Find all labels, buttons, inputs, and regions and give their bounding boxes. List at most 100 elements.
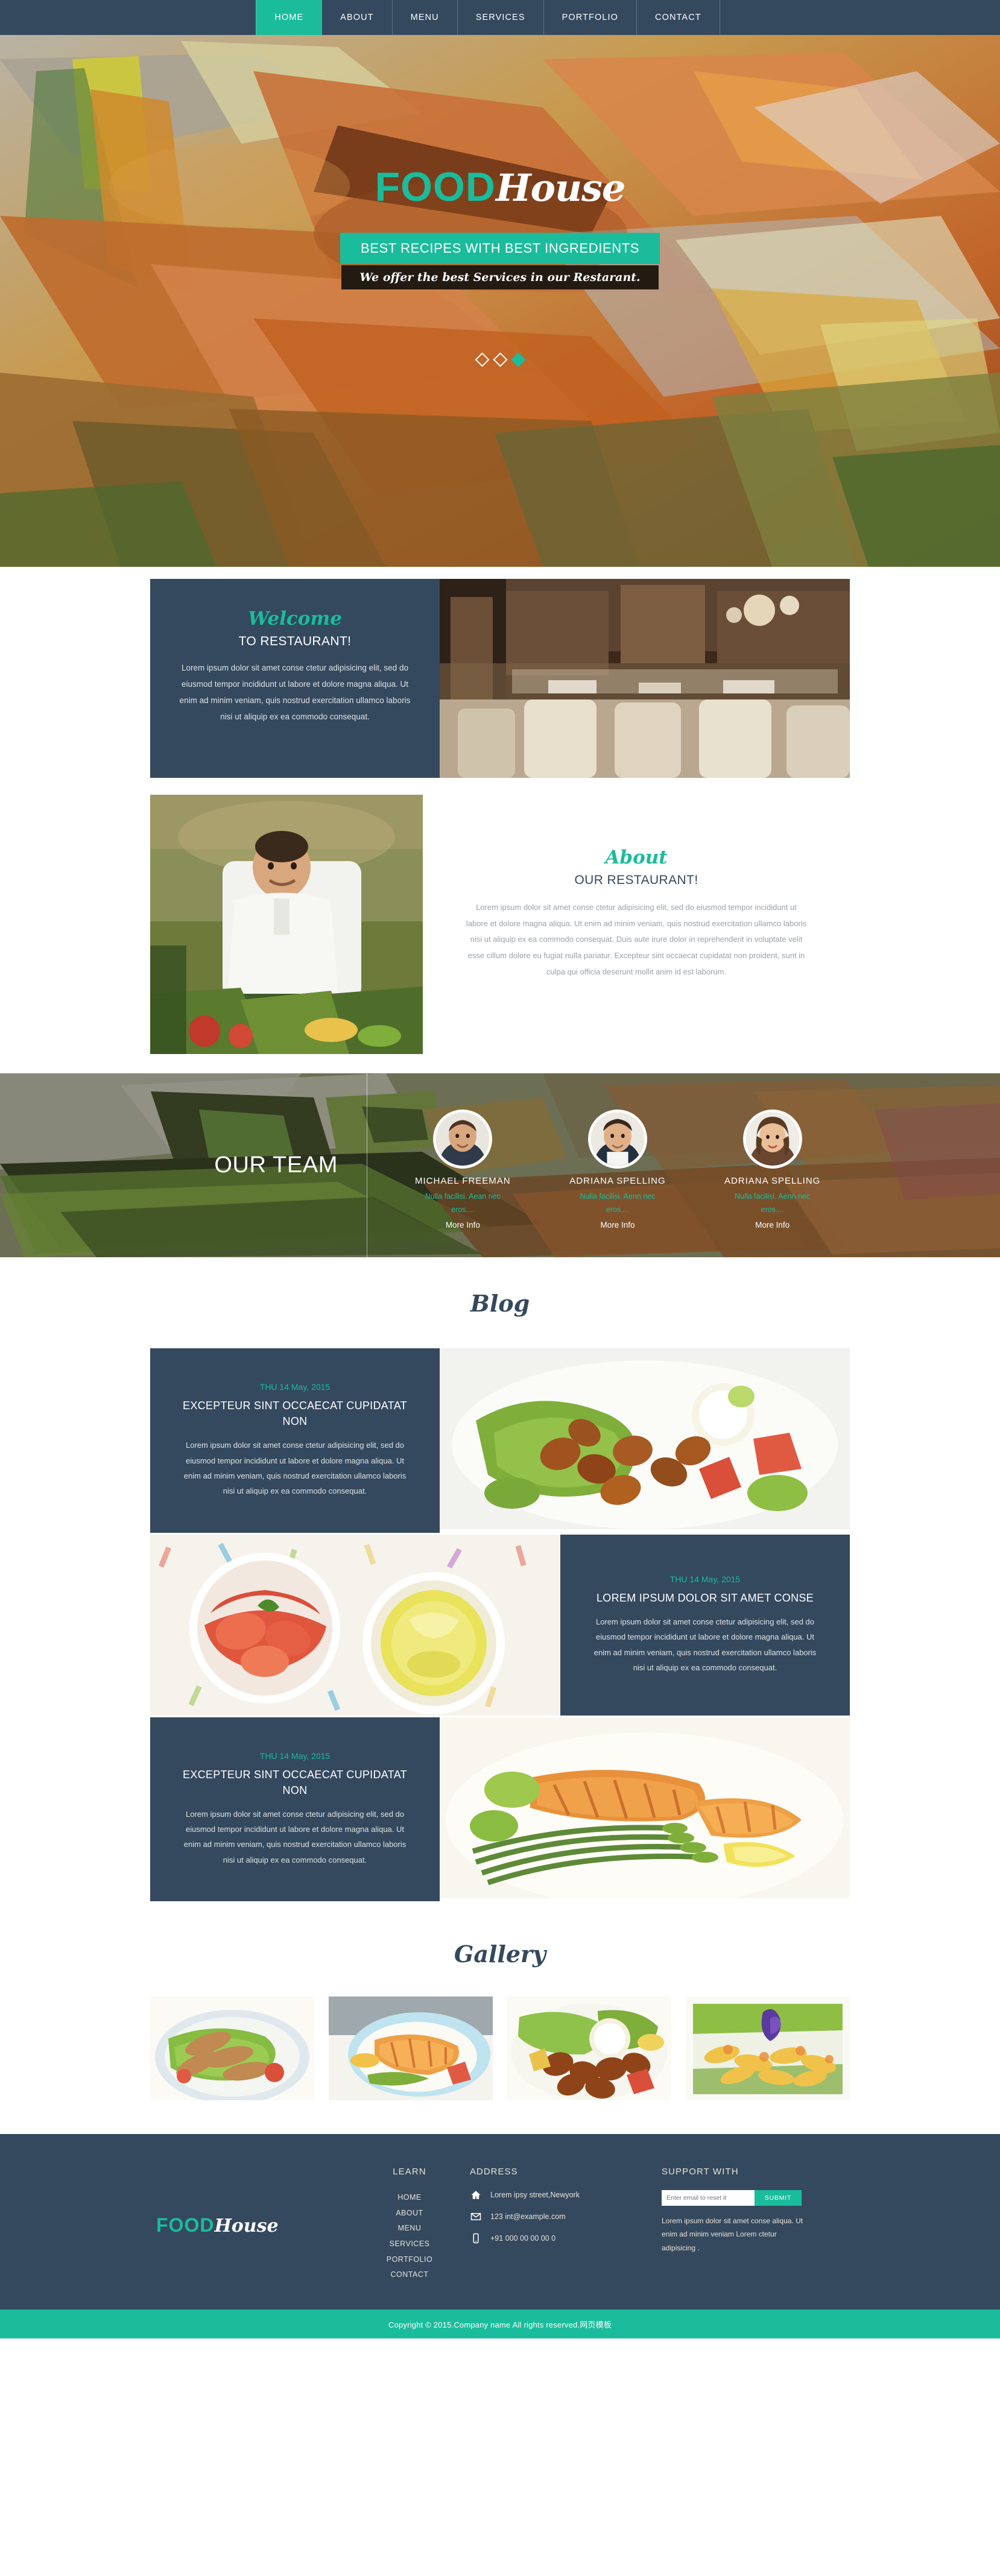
footer-address-phone: +91 000 00 00 00 0 [490,2234,556,2243]
hero-tagline: BEST RECIPES WITH BEST INGREDIENTS [340,233,660,264]
blog-post-title: LOREM IPSUM DOLOR SIT AMET CONSE [596,1591,814,1604]
footer-address-street: Lorem ipsy street,Newyork [490,2191,580,2200]
gallery-item[interactable] [150,1997,314,2101]
carousel-dot-2[interactable] [492,352,508,367]
footer-support-text: Lorem ipsum dolor sit amet conse aliqua.… [662,2217,803,2252]
footer-logo-column: FOODHouse [150,2167,349,2283]
team-member-description: Nulla facilisi. Aenn nec eros.... [735,1192,811,1214]
team-member-name: MICHAEL FREEMAN [415,1176,511,1187]
hero-slider: FOODHouse BEST RECIPES WITH BEST INGREDI… [0,35,1000,567]
newsletter-email-input[interactable] [662,2190,755,2206]
blog-post-image [150,1534,560,1716]
avatar [433,1110,493,1169]
blog-post: THU 14 May, 2015 EXCEPTEUR SINT OCCAECAT … [150,1717,850,1902]
team-title: OUR TEAM [150,1073,367,1257]
footer-address-email: 123 int@example.com [490,2212,566,2221]
about-section: About OUR RESTAURANT! Lorem ipsum dolor … [150,795,850,1054]
blog-post-image [440,1717,850,1902]
team-member-description: Nulla facilisi. Aean nec eros.... [425,1192,501,1214]
blog-post-body: Lorem ipsum dolor sit amet conse ctetur … [183,1441,407,1496]
blog-section: Blog THU 14 May, 2015 EXCEPTEUR SINT OCCA… [0,1257,1000,1902]
about-script-title: About [605,847,668,868]
blog-post: THU 14 May, 2015 LOREM IPSUM DOLOR SIT AM… [150,1534,850,1716]
blog-post-body: Lorem ipsum dolor sit amet conse ctetur … [593,1617,817,1672]
copyright-text: Copyright © 2015.Company name All rights… [388,2320,612,2329]
newsletter-form: SUBMIT [662,2190,802,2206]
team-member-more-info-link[interactable]: More Info [703,1220,842,1230]
footer-support-column: SUPPORT WITH SUBMIT Lorem ipsum dolor si… [651,2167,850,2283]
about-text-panel: About OUR RESTAURANT! Lorem ipsum dolor … [423,795,850,1054]
hero-logo-house: House [496,166,625,210]
about-image [150,795,423,1054]
blog-post-image [440,1348,850,1533]
footer-logo-house: House [214,2215,279,2237]
about-body: Lorem ipsum dolor sit amet conse ctetur … [466,903,807,976]
nav-item-about[interactable]: ABOUT [322,0,393,35]
team-member: MICHAEL FREEMAN Nulla facilisi. Aean nec … [393,1110,532,1230]
footer-address-column: ADDRESS Lorem ipsy street,Newyork 123 in… [470,2167,651,2283]
carousel-dot-1[interactable] [474,352,490,367]
blog-post-text: THU 14 May, 2015 LOREM IPSUM DOLOR SIT AM… [560,1534,850,1716]
team-member: ADRIANA SPELLING Nulla facilisi. Aenn nec… [703,1110,842,1230]
copyright-bar: Copyright © 2015.Company name All rights… [0,2309,1000,2338]
nav-item-portfolio[interactable]: PORTFOLIO [544,0,638,35]
footer-learn-column: LEARN HOME ABOUT MENU SERVICES PORTFOLIO CONT… [349,2167,470,2283]
welcome-section: Welcome TO RESTAURANT! Lorem ipsum dolor… [0,567,1000,1054]
team-members-list: MICHAEL FREEMAN Nulla facilisi. Aean nec … [367,1101,850,1230]
hero-content: FOODHouse BEST RECIPES WITH BEST INGREDI… [0,35,1000,567]
newsletter-submit-button[interactable]: SUBMIT [755,2190,802,2206]
gallery-grid [150,1997,850,2101]
footer-link-services[interactable]: SERVICES [349,2237,470,2252]
nav-item-services[interactable]: SERVICES [458,0,544,35]
footer-logo-food: FOOD [156,2214,215,2236]
main-navigation: HOME ABOUT MENU SERVICES PORTFOLIO CONTACT [0,0,1000,35]
gallery-section-title: Gallery [454,1940,546,1968]
nav-item-contact[interactable]: CONTACT [637,0,720,35]
blog-post-title: EXCEPTEUR SINT OCCAECAT CUPIDATAT NON [183,1400,407,1428]
blog-post-title: EXCEPTEUR SINT OCCAECAT CUPIDATAT NON [183,1768,407,1796]
gallery-section: Gallery [0,1903,1000,2135]
team-member-more-info-link[interactable]: More Info [548,1220,687,1230]
team-member-more-info-link[interactable]: More Info [393,1220,532,1230]
footer-logo: FOODHouse [156,2214,279,2237]
gallery-item[interactable] [329,1997,493,2101]
footer-address-street-row: Lorem ipsy street,Newyork [470,2189,651,2201]
footer-link-contact[interactable]: CONTACT [349,2267,470,2283]
blog-post-date: THU 14 May, 2015 [259,1750,331,1761]
restaurant-interior-photo [440,579,850,778]
hero-logo-food: FOOD [375,164,496,210]
gallery-item[interactable] [507,1997,671,2101]
mobile-icon [470,2232,482,2244]
nav-item-menu[interactable]: MENU [393,0,458,35]
blog-posts-grid: THU 14 May, 2015 EXCEPTEUR SINT OCCAECAT … [150,1348,850,1902]
envelope-icon [470,2211,482,2223]
home-icon [470,2189,482,2201]
footer-link-home[interactable]: HOME [349,2190,470,2206]
team-member-name: ADRIANA SPELLING [724,1176,821,1187]
footer-learn-heading: LEARN [393,2167,426,2177]
team-member-name: ADRIANA SPELLING [569,1176,666,1187]
nav-items-container: HOME ABOUT MENU SERVICES PORTFOLIO CONTACT [256,0,720,35]
footer-address-email-row[interactable]: 123 int@example.com [470,2211,651,2223]
blog-post-date: THU 14 May, 2015 [259,1382,331,1392]
welcome-script-title: Welcome [248,608,342,630]
chef-portrait-photo [150,795,423,1054]
welcome-text-panel: Welcome TO RESTAURANT! Lorem ipsum dolor… [150,579,440,778]
hero-subtitle: We offer the best Services in our Restar… [341,265,659,289]
footer-link-portfolio[interactable]: PORTFOLIO [349,2252,470,2268]
blog-post: THU 14 May, 2015 EXCEPTEUR SINT OCCAECAT … [150,1348,850,1533]
footer-address-heading: ADDRESS [470,2167,518,2177]
nav-item-home[interactable]: HOME [256,0,323,35]
footer-link-menu[interactable]: MENU [349,2221,470,2237]
welcome-image [440,579,850,778]
team-section: OUR TEAM MICHAEL FREEMAN Nulla facilisi. … [0,1073,1000,1257]
welcome-body: Lorem ipsum dolor sit amet conse ctetur … [179,663,411,721]
footer-link-about[interactable]: ABOUT [349,2206,470,2221]
team-member-description: Nulla facilisi. Aenn nec eros.... [580,1192,656,1214]
welcome-heading: TO RESTAURANT! [238,634,352,648]
team-member: ADRIANA SPELLING Nulla facilisi. Aenn nec… [548,1110,687,1230]
gallery-item[interactable] [686,1997,850,2101]
carousel-indicators[interactable] [474,352,526,367]
carousel-dot-3[interactable] [510,352,526,367]
footer-address-phone-row[interactable]: +91 000 00 00 00 0 [470,2232,651,2244]
